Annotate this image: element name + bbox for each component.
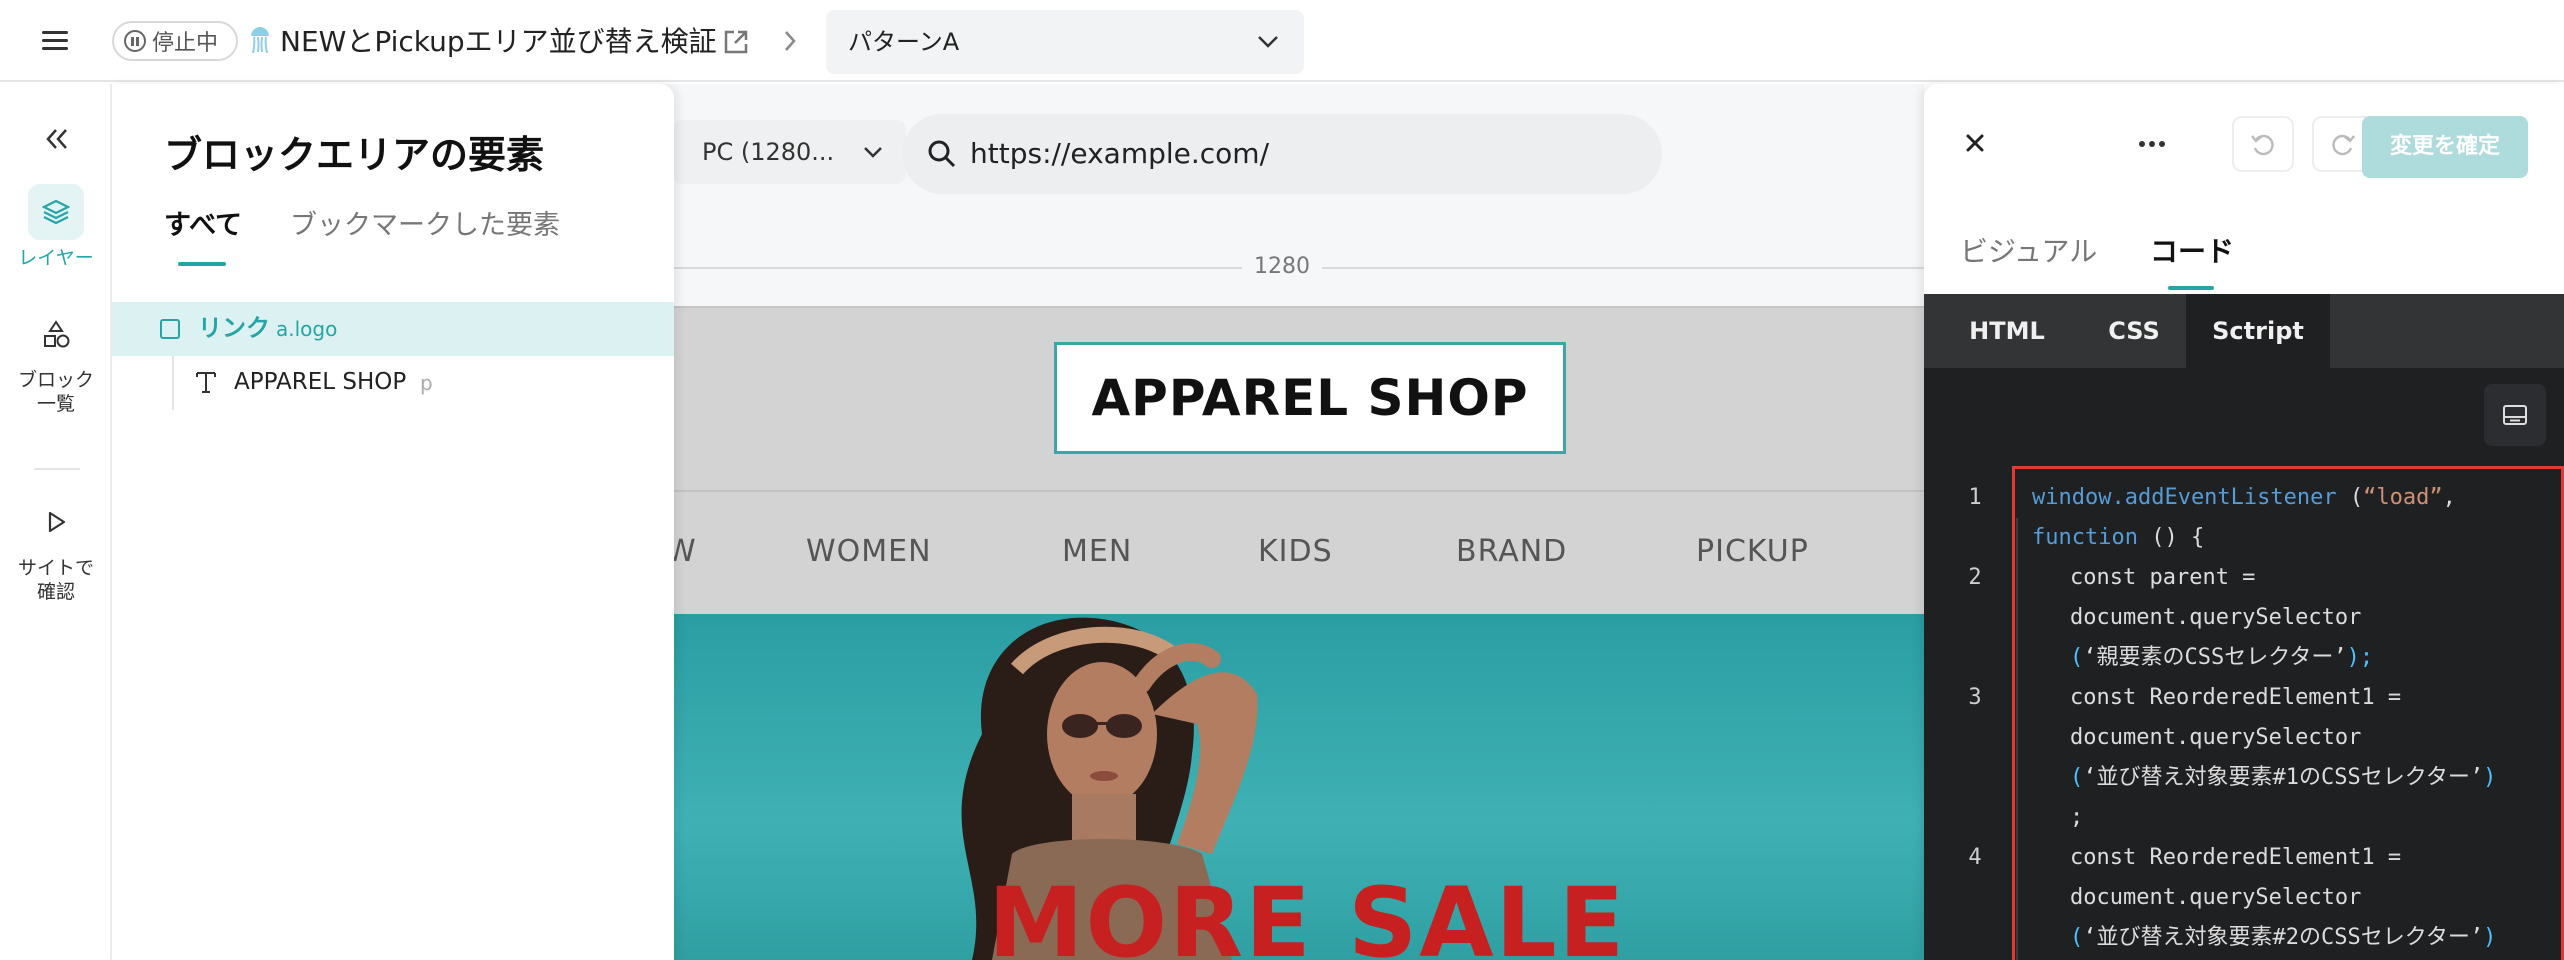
tree-row-tag: p — [420, 371, 433, 395]
chevron-down-icon — [1258, 36, 1278, 48]
layers-panel-title: ブロックエリアの要素 — [164, 133, 545, 177]
rail-item-layers[interactable]: レイヤー — [0, 184, 112, 270]
redo-icon — [2332, 134, 2355, 156]
jellyfish-icon — [251, 27, 269, 54]
tree-row-label[interactable]: APPAREL SHOP — [234, 364, 406, 400]
text-icon — [196, 372, 216, 393]
close-icon[interactable] — [1960, 128, 1990, 158]
code-language-tabs: HTML CSS Sctript — [1924, 294, 2564, 368]
code-selection-highlight — [2012, 466, 2564, 960]
tab-all[interactable]: すべて — [164, 206, 242, 246]
tab-css[interactable]: CSS — [2090, 294, 2178, 368]
tab-active-indicator — [178, 262, 226, 266]
undo-button[interactable] — [2232, 116, 2294, 172]
tab-bookmarked[interactable]: ブックマークした要素 — [290, 206, 560, 246]
undo-icon — [2251, 134, 2274, 156]
external-link-icon[interactable] — [722, 28, 750, 56]
chevron-right-icon — [785, 31, 796, 51]
double-chevron-left-icon[interactable] — [42, 124, 72, 154]
nav-item-pickup[interactable]: PICKUP — [1696, 530, 1809, 574]
line-number: 2 — [1968, 565, 1982, 590]
rail-item-label: レイヤー — [18, 247, 94, 269]
nav-item-women[interactable]: WOMEN — [806, 530, 932, 574]
ruler-width-label: 1280 — [1242, 250, 1322, 284]
tab-active-indicator — [2168, 286, 2214, 290]
site-logo-text: APPAREL SHOP — [1091, 369, 1529, 427]
site-header: APPAREL SHOP — [672, 306, 1924, 490]
tab-script[interactable]: Sctript — [2186, 294, 2330, 368]
layers-panel: ブロックエリアの要素 すべて ブックマークした要素 リンク a.logo APP… — [112, 84, 674, 960]
line-number: 3 — [1968, 685, 1982, 710]
tree-indent-guide — [172, 356, 174, 410]
pause-icon — [124, 30, 146, 52]
tab-visual[interactable]: ビジュアル — [1960, 232, 2097, 272]
nav-item-brand[interactable]: BRAND — [1456, 530, 1567, 574]
tree-row-label: リンク — [198, 314, 270, 342]
chevron-down-icon — [864, 147, 882, 158]
rail-item-blocks[interactable]: ブロック 一覧 — [0, 306, 112, 416]
site-logo-link[interactable]: APPAREL SHOP — [1054, 342, 1566, 454]
site-nav: W WOMEN MEN KIDS BRAND PICKUP — [672, 490, 1924, 614]
shapes-icon — [28, 306, 84, 362]
nav-item-men[interactable]: MEN — [1062, 530, 1132, 574]
status-badge[interactable]: 停止中 — [112, 21, 238, 61]
site-preview[interactable]: APPAREL SHOP W WOMEN MEN KIDS BRAND PICK… — [672, 306, 1924, 960]
menu-icon[interactable] — [42, 29, 72, 53]
panel-layout-button[interactable] — [2484, 384, 2546, 446]
tree-row-link[interactable]: リンク a.logo — [112, 302, 674, 356]
rail-item-label: ブロック 一覧 — [17, 369, 94, 415]
play-icon — [28, 494, 84, 550]
tab-html[interactable]: HTML — [1924, 294, 2090, 368]
code-editor[interactable]: 1 2 3 4 window.addEventListener (“load”,… — [1924, 368, 2564, 960]
line-number: 4 — [1968, 845, 1982, 870]
rail-item-label: サイトで 確認 — [17, 557, 94, 603]
panel-layout-icon — [2503, 405, 2527, 425]
layers-icon — [28, 184, 84, 240]
code-panel: 変更を確定 ビジュアル コード HTML CSS Sctript 1 2 3 4… — [1924, 84, 2564, 960]
device-select-value: PC (1280... — [702, 138, 835, 166]
pattern-select[interactable]: パターンA — [826, 10, 1304, 74]
left-rail: レイヤー ブロック 一覧 サイトで 確認 — [0, 84, 112, 960]
nav-item-new[interactable]: W — [672, 530, 697, 574]
nav-item-kids[interactable]: KIDS — [1258, 530, 1333, 574]
rail-divider — [34, 468, 80, 470]
pattern-select-value: パターンA — [848, 28, 960, 56]
url-input[interactable]: https://example.com/ — [902, 114, 1662, 194]
line-number: 1 — [1968, 485, 1982, 510]
tab-code[interactable]: コード — [2150, 232, 2234, 272]
rail-item-preview-site[interactable]: サイトで 確認 — [0, 494, 112, 604]
checkbox-icon[interactable] — [160, 319, 180, 339]
device-select[interactable]: PC (1280... — [672, 120, 906, 184]
project-title: NEWとPickupエリア並び替え検証 — [280, 25, 717, 58]
tree-row-tag: a.logo — [276, 317, 338, 341]
top-bar: 停止中 NEWとPickupエリア並び替え検証 パターンA — [0, 0, 2564, 82]
confirm-changes-button[interactable]: 変更を確定 — [2362, 116, 2528, 178]
url-text: https://example.com/ — [970, 137, 1270, 170]
hero-banner: MORE SALE — [672, 614, 1924, 960]
hero-sale-text: MORE SALE — [988, 867, 1627, 960]
search-icon — [928, 140, 956, 168]
more-icon[interactable] — [2138, 140, 2166, 148]
status-label: 停止中 — [152, 31, 219, 56]
